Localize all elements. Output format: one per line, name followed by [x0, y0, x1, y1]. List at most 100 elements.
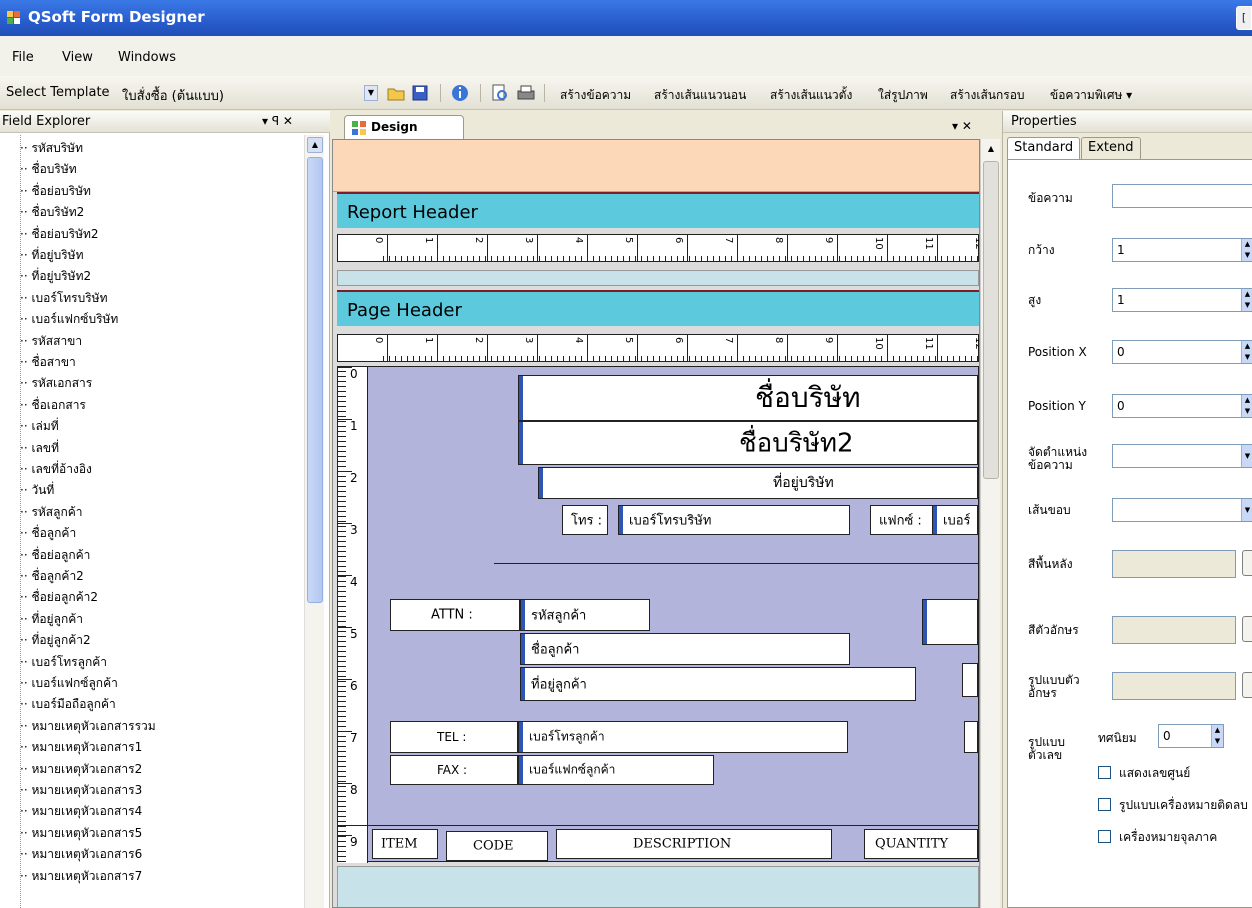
field-list-item[interactable]: ·· รหัสบริษัท — [20, 139, 83, 158]
create-hline-button[interactable]: สร้างเส้นแนวนอน — [654, 86, 746, 105]
menu-file[interactable]: File — [12, 50, 34, 65]
text-input[interactable] — [1112, 184, 1252, 208]
column-quantity[interactable]: QUANTITY — [864, 829, 978, 859]
field-list-item[interactable]: ·· ชื่อลูกค้า — [20, 524, 76, 543]
field-list-item[interactable]: ·· เบอร์แฟกซ์ลูกค้า — [20, 674, 118, 693]
border-select[interactable]: ▼ — [1112, 498, 1252, 522]
column-code[interactable]: CODE — [446, 831, 548, 861]
fgcolor-input[interactable] — [1112, 616, 1236, 644]
field-customer-address[interactable]: ที่อยู่ลูกค้า — [520, 667, 916, 701]
chevron-down-icon[interactable]: ▼ — [364, 85, 378, 101]
field-list-item[interactable]: ·· ที่อยู่บริษัท2 — [20, 267, 91, 286]
position-y-input[interactable]: 0 ▲ ▼ — [1112, 394, 1252, 418]
field-list-item[interactable]: ·· ชื่อลูกค้า2 — [20, 567, 84, 586]
field-company-address[interactable]: ที่อยู่บริษัท — [538, 467, 978, 499]
field-list-item[interactable]: ·· หมายเหตุหัวเอกสารรวม — [20, 717, 156, 736]
report-header-band[interactable]: Report Header — [337, 192, 979, 228]
spinner-icon[interactable]: ▲ ▼ — [1211, 725, 1223, 747]
field-customer-phone[interactable]: เบอร์โทรลูกค้า — [518, 721, 848, 753]
field-customer-fax[interactable]: เบอร์แฟกซ์ลูกค้า — [518, 755, 714, 785]
position-x-input[interactable]: 0 ▲ ▼ — [1112, 340, 1252, 364]
field-list-item[interactable]: ·· ชื่อบริษัท2 — [20, 203, 84, 222]
spinner-icon[interactable]: ▲ ▼ — [1241, 341, 1252, 363]
field-list-item[interactable]: ·· หมายเหตุหัวเอกสาร5 — [20, 824, 142, 843]
field-customer-name[interactable]: ชื่อลูกค้า — [520, 633, 850, 665]
spinner-icon[interactable]: ▲ ▼ — [1241, 289, 1252, 311]
bgcolor-picker-button[interactable] — [1242, 550, 1252, 576]
fgcolor-picker-button[interactable] — [1242, 616, 1252, 642]
tab-extend[interactable]: Extend — [1081, 137, 1141, 159]
field-list-item[interactable]: ·· รหัสเอกสาร — [20, 374, 92, 393]
chevron-down-icon[interactable]: ▼ — [1241, 499, 1252, 521]
field-list-item[interactable]: ·· เล่มที่ — [20, 417, 59, 436]
scrollbar-thumb[interactable] — [307, 157, 323, 603]
field-list-item[interactable]: ·· ชื่อเอกสาร — [20, 396, 86, 415]
design-tab-controls[interactable]: ▾ ✕ — [952, 119, 972, 133]
field-list-item[interactable]: ·· วันที่ — [20, 481, 54, 500]
field-list-item[interactable]: ·· เบอร์แฟกซ์บริษัท — [20, 310, 118, 329]
field-company-name[interactable]: ชื่อบริษัท — [518, 375, 978, 421]
menu-windows[interactable]: Windows — [118, 50, 176, 65]
field-list-item[interactable]: ·· หมายเหตุหัวเอกสาร7 — [20, 867, 142, 886]
height-input[interactable]: 1 ▲ ▼ — [1112, 288, 1252, 312]
spinner-icon[interactable]: ▲ ▼ — [1241, 395, 1252, 417]
field-list-item[interactable]: ·· หมายเหตุหัวเอกสาร3 — [20, 781, 142, 800]
label-fax[interactable]: แฟกซ์ : — [870, 505, 934, 535]
tab-standard[interactable]: Standard — [1007, 137, 1081, 159]
divider-line[interactable] — [494, 563, 978, 564]
print-preview-icon[interactable] — [490, 83, 510, 103]
label-customer-fax[interactable]: FAX : — [390, 755, 518, 785]
menu-view[interactable]: View — [62, 50, 93, 65]
column-item[interactable]: ITEM — [372, 829, 438, 859]
text-align-select[interactable]: ▼ — [1112, 444, 1252, 468]
spinner-icon[interactable]: ▲ ▼ — [1241, 239, 1252, 261]
field-right-box[interactable] — [922, 599, 978, 645]
special-text-button[interactable]: ข้อความพิเศษ ▾ — [1050, 86, 1132, 105]
field-list-item[interactable]: ·· ชื่อย่อลูกค้า2 — [20, 588, 98, 607]
field-list-item[interactable]: ·· ที่อยู่บริษัท — [20, 246, 83, 265]
bgcolor-input[interactable] — [1112, 550, 1236, 578]
show-zero-checkbox[interactable]: แสดงเลขศูนย์ — [1098, 764, 1190, 783]
create-text-button[interactable]: สร้างข้อความ — [560, 86, 631, 105]
checkbox-box[interactable] — [1098, 830, 1111, 843]
save-icon[interactable] — [410, 83, 430, 103]
chevron-down-icon[interactable]: ▼ — [1241, 445, 1252, 467]
field-list-item[interactable]: ·· ที่อยู่ลูกค้า2 — [20, 631, 91, 650]
field-list-item[interactable]: ·· รหัสสาขา — [20, 332, 82, 351]
label-tel[interactable]: โทร : — [562, 505, 608, 535]
field-list-item[interactable]: ·· เลขที่อ้างอิง — [20, 460, 92, 479]
field-right-box-2[interactable] — [962, 663, 978, 697]
scroll-up-icon[interactable]: ▲ — [983, 141, 999, 157]
field-company-fax[interactable]: เบอร์ — [932, 505, 978, 535]
field-list-item[interactable]: ·· เบอร์มือถือลูกค้า — [20, 695, 116, 714]
field-list-item[interactable]: ·· เบอร์โทรลูกค้า — [20, 653, 107, 672]
canvas-scrollbar[interactable]: ▲ — [980, 139, 1000, 908]
window-button[interactable]: [ — [1236, 6, 1252, 30]
field-list-item[interactable]: ·· หมายเหตุหัวเอกสาร2 — [20, 760, 142, 779]
create-border-button[interactable]: สร้างเส้นกรอบ — [950, 86, 1025, 105]
page-header-band[interactable]: Page Header — [337, 290, 979, 326]
print-icon[interactable] — [516, 83, 536, 103]
column-description[interactable]: DESCRIPTION — [556, 829, 832, 859]
label-customer-tel[interactable]: TEL : — [390, 721, 518, 753]
field-list-scrollbar[interactable]: ▲ — [304, 135, 324, 908]
comma-checkbox[interactable]: เครื่องหมายจุลภาค — [1098, 828, 1217, 847]
field-list-item[interactable]: ·· เบอร์โทรบริษัท — [20, 289, 108, 308]
font-input[interactable] — [1112, 672, 1236, 700]
create-vline-button[interactable]: สร้างเส้นแนวตั้ง — [770, 86, 852, 105]
field-list-item[interactable]: ·· ชื่อบริษัท — [20, 160, 77, 179]
field-list-item[interactable]: ·· เลขที่ — [20, 439, 59, 458]
decimal-input[interactable]: 0 ▲ ▼ — [1158, 724, 1224, 748]
negative-format-checkbox[interactable]: รูปแบบเครื่องหมายติดลบ — [1098, 796, 1248, 815]
field-list-item[interactable]: ·· หมายเหตุหัวเอกสาร4 — [20, 802, 142, 821]
field-list-item[interactable]: ·· ชื่อสาขา — [20, 353, 76, 372]
field-list-item[interactable]: ·· หมายเหตุหัวเอกสาร1 — [20, 738, 142, 757]
info-icon[interactable] — [450, 83, 470, 103]
field-list-item[interactable]: ·· ที่อยู่ลูกค้า — [20, 610, 83, 629]
field-list-item[interactable]: ·· ชื่อย่อบริษัท — [20, 182, 91, 201]
field-company-name2[interactable]: ชื่อบริษัท2 — [518, 421, 978, 465]
label-attn[interactable]: ATTN : — [390, 599, 520, 631]
scroll-up-icon[interactable]: ▲ — [307, 137, 323, 153]
field-customer-code[interactable]: รหัสลูกค้า — [520, 599, 650, 631]
field-list-item[interactable]: ·· ชื่อย่อลูกค้า — [20, 546, 90, 565]
